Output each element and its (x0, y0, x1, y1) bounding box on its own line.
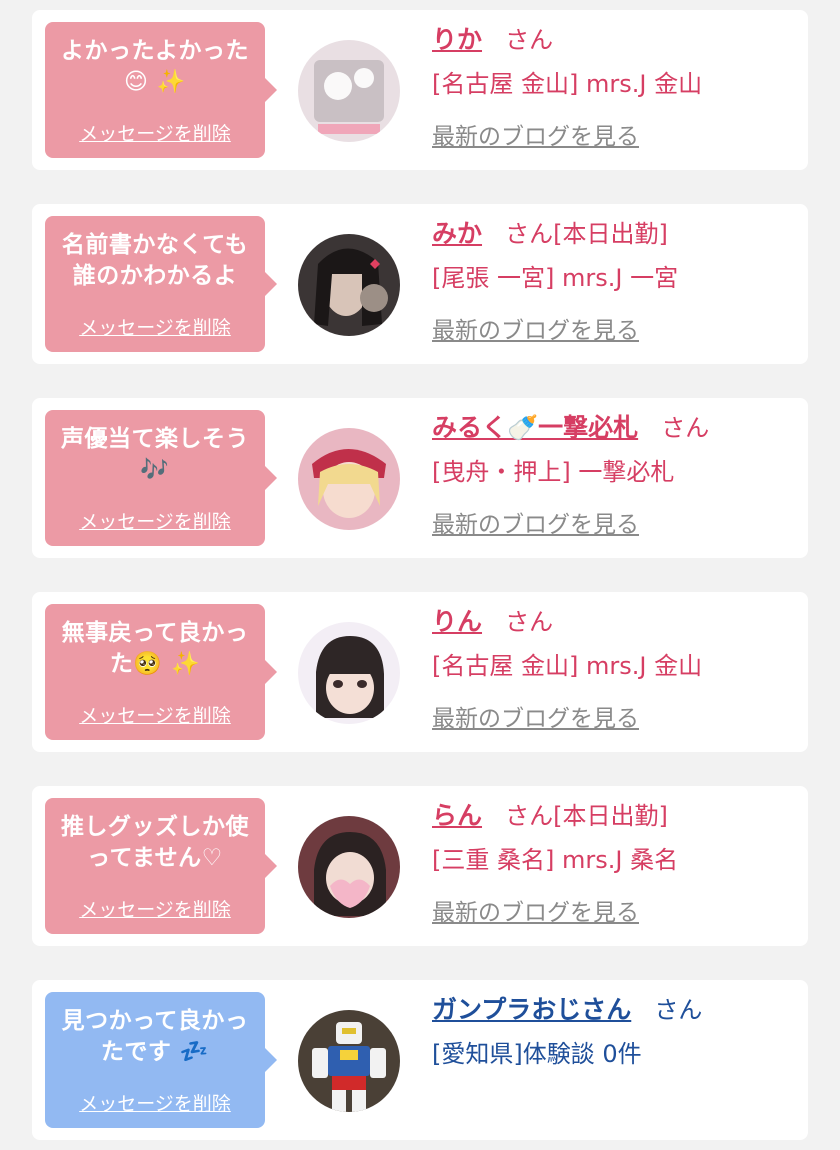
user-avatar[interactable] (298, 1010, 400, 1112)
latest-blog-link[interactable]: 最新のブログを見る (432, 893, 639, 927)
latest-blog-link[interactable]: 最新のブログを見る (432, 311, 639, 345)
message-card: 名前書かなくても 誰のかわかるよ メッセージを削除 みか さん[本日出勤] [尾… (32, 204, 808, 364)
cast-photo-icon (298, 428, 400, 530)
message-bubble: 見つかって良かっ たです 💤 メッセージを削除 (45, 992, 277, 1128)
message-text: よかったよかった 😊 ✨ (45, 36, 265, 102)
message-bubble: 名前書かなくても 誰のかわかるよ メッセージを削除 (45, 216, 277, 352)
message-line: 😊 ✨ (123, 69, 187, 95)
cast-name-link[interactable]: りん (432, 607, 482, 636)
cast-info: りん さん [名古屋 金山] mrs.J 金山 最新のブログを見る (432, 604, 798, 733)
latest-blog-link[interactable]: 最新のブログを見る (432, 117, 639, 151)
message-text: 名前書かなくても 誰のかわかるよ (45, 230, 265, 296)
message-line: 推しグッズしか使 (61, 814, 249, 840)
cast-info: りか さん [名古屋 金山] mrs.J 金山 最新のブログを見る (432, 22, 798, 151)
cast-avatar[interactable] (298, 622, 400, 724)
message-line: たです 💤 (100, 1039, 210, 1065)
message-bubble: よかったよかった 😊 ✨ メッセージを削除 (45, 22, 277, 158)
latest-blog-link[interactable]: 最新のブログを見る (432, 505, 639, 539)
message-card: 声優当て楽しそう 🎶 メッセージを削除 みるく🍼一撃必札 さん [曳舟・押上] … (32, 398, 808, 558)
message-text: 推しグッズしか使 ってません♡ (45, 812, 265, 878)
cast-photo-icon (298, 40, 400, 142)
message-line: よかったよかった (61, 38, 249, 64)
user-info: ガンプラおじさん さん [愛知県]体験談 0件 (432, 992, 798, 1071)
message-line: た🥺 ✨ (109, 651, 201, 677)
cast-name-link[interactable]: みか (432, 219, 482, 248)
cast-avatar[interactable] (298, 428, 400, 530)
message-bubble: 無事戻って良かっ た🥺 ✨ メッセージを削除 (45, 604, 277, 740)
cast-avatar[interactable] (298, 234, 400, 336)
shop-label: [名古屋 金山] mrs.J 金山 (432, 70, 703, 98)
message-text: 見つかって良かっ たです 💤 (45, 1006, 265, 1072)
shop-label: [名古屋 金山] mrs.J 金山 (432, 652, 703, 680)
cast-info: みるく🍼一撃必札 さん [曳舟・押上] 一撃必札 最新のブログを見る (432, 410, 798, 539)
message-line: 🎶 (140, 457, 170, 483)
cast-info: みか さん[本日出勤] [尾張 一宮] mrs.J 一宮 最新のブログを見る (432, 216, 798, 345)
message-text: 声優当て楽しそう 🎶 (45, 424, 265, 490)
cast-name-link[interactable]: らん (432, 801, 482, 830)
message-line: 名前書かなくても (61, 232, 249, 258)
message-line: 誰のかわかるよ (72, 263, 238, 289)
cast-photo-icon (298, 234, 400, 336)
message-line: 見つかって良かっ (61, 1008, 249, 1034)
message-list: よかったよかった 😊 ✨ メッセージを削除 りか さん [名古屋 金山] mrs… (0, 0, 840, 1140)
cast-name-link[interactable]: りか (432, 25, 482, 54)
shop-label: [尾張 一宮] mrs.J 一宮 (432, 264, 679, 292)
delete-message-link[interactable]: メッセージを削除 (79, 119, 231, 146)
user-name-link[interactable]: ガンプラおじさん (432, 995, 631, 1024)
cast-name-link[interactable]: みるく🍼一撃必札 (432, 413, 638, 442)
name-suffix: さん[本日出勤] (505, 802, 668, 830)
cast-photo-icon (298, 816, 400, 918)
shop-label: [三重 桑名] mrs.J 桑名 (432, 846, 679, 874)
message-bubble: 推しグッズしか使 ってません♡ メッセージを削除 (45, 798, 277, 934)
robot-figure-photo-icon (298, 1010, 400, 1112)
message-card: 推しグッズしか使 ってません♡ メッセージを削除 らん さん[本日出勤] [三重… (32, 786, 808, 946)
message-card: 無事戻って良かっ た🥺 ✨ メッセージを削除 りん さん [名古屋 金山] mr… (32, 592, 808, 752)
delete-message-link[interactable]: メッセージを削除 (79, 895, 231, 922)
cast-info: らん さん[本日出勤] [三重 桑名] mrs.J 桑名 最新のブログを見る (432, 798, 798, 927)
name-suffix: さん[本日出勤] (505, 220, 668, 248)
delete-message-link[interactable]: メッセージを削除 (79, 507, 231, 534)
message-card: 見つかって良かっ たです 💤 メッセージを削除 ガンプラおじさん さん [愛知県… (32, 980, 808, 1140)
message-line: 声優当て楽しそう (61, 426, 249, 452)
latest-blog-link[interactable]: 最新のブログを見る (432, 699, 639, 733)
delete-message-link[interactable]: メッセージを削除 (79, 313, 231, 340)
message-bubble: 声優当て楽しそう 🎶 メッセージを削除 (45, 410, 277, 546)
delete-message-link[interactable]: メッセージを削除 (79, 701, 231, 728)
message-text: 無事戻って良かっ た🥺 ✨ (45, 618, 265, 684)
message-line: 無事戻って良かっ (61, 620, 249, 646)
cast-avatar[interactable] (298, 816, 400, 918)
message-card: よかったよかった 😊 ✨ メッセージを削除 りか さん [名古屋 金山] mrs… (32, 10, 808, 170)
delete-message-link[interactable]: メッセージを削除 (79, 1089, 231, 1116)
shop-label: [曳舟・押上] 一撃必札 (432, 458, 675, 486)
name-suffix: さん (505, 26, 554, 54)
message-line: ってません♡ (87, 845, 223, 871)
cast-photo-icon (298, 622, 400, 724)
name-suffix: さん (505, 608, 554, 636)
name-suffix: さん (654, 996, 703, 1024)
cast-avatar[interactable] (298, 40, 400, 142)
name-suffix: さん (661, 414, 710, 442)
review-count-label: [愛知県]体験談 0件 (432, 1040, 642, 1068)
